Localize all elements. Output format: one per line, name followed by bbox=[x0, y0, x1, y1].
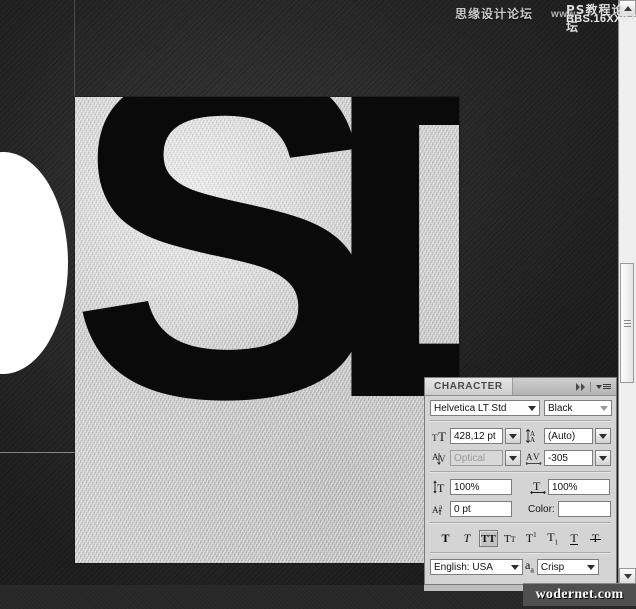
strikethrough-button[interactable]: T bbox=[586, 530, 605, 547]
character-panel-title: CHARACTER bbox=[434, 381, 503, 392]
font-size-value[interactable]: 428,12 pt bbox=[450, 428, 504, 444]
language-select[interactable]: English: USA bbox=[430, 559, 523, 575]
all-caps-button[interactable]: TT bbox=[478, 530, 498, 547]
chevron-down-icon[interactable] bbox=[511, 565, 519, 570]
svg-text:A: A bbox=[526, 452, 533, 462]
language-value[interactable]: English: USA bbox=[430, 559, 523, 575]
horizontal-scale-value[interactable]: 100% bbox=[548, 479, 610, 495]
character-panel[interactable]: CHARACTER Helvetica LT Std Black T T 428… bbox=[424, 377, 617, 585]
kerning-dropdown-button[interactable] bbox=[505, 450, 521, 466]
svg-text:A: A bbox=[530, 436, 535, 443]
document-canvas[interactable]: S D bbox=[75, 97, 459, 563]
canvas-letter-s: S bbox=[75, 97, 382, 496]
type-style-buttons: T T TT TT T1 T1 T T bbox=[430, 529, 611, 549]
baseline-shift-icon: A a bbox=[430, 500, 450, 518]
faux-bold-button[interactable]: T bbox=[436, 530, 455, 547]
color-label: Color: bbox=[528, 503, 555, 515]
kerning-tracking-row: A V Optical A V -305 bbox=[430, 449, 612, 467]
photoshop-window: S D CHARACTER bbox=[0, 0, 636, 609]
scale-row: T 100% T 100% bbox=[430, 478, 611, 496]
font-size-dropdown-button[interactable] bbox=[505, 428, 521, 444]
size-leading-row: T T 428,12 pt A A (Auto) bbox=[430, 427, 612, 445]
anti-alias-aa-icon: aa bbox=[525, 558, 534, 575]
chevron-down-icon[interactable] bbox=[600, 406, 608, 411]
leading-value[interactable]: (Auto) bbox=[543, 428, 594, 444]
chevron-down-icon bbox=[599, 433, 608, 439]
panel-header-controls[interactable] bbox=[576, 381, 616, 392]
scroll-down-arrow-icon bbox=[623, 574, 632, 579]
double-arrow-right-icon[interactable] bbox=[576, 382, 585, 391]
svg-text:V: V bbox=[533, 452, 540, 462]
small-caps-button[interactable]: TT bbox=[500, 530, 519, 547]
language-aa-row: English: USA aa Crisp bbox=[430, 559, 611, 575]
svg-text:T: T bbox=[437, 481, 445, 494]
vertical-scale-value[interactable]: 100% bbox=[450, 479, 512, 495]
tracking-dropdown-button[interactable] bbox=[595, 450, 612, 466]
chevron-down-icon[interactable] bbox=[528, 406, 536, 411]
faux-italic-button[interactable]: T bbox=[457, 530, 476, 547]
kerning-icon: A V bbox=[430, 449, 450, 467]
superscript-button[interactable]: T1 bbox=[522, 530, 541, 547]
tab-character[interactable]: CHARACTER bbox=[425, 378, 513, 395]
svg-text:T: T bbox=[438, 429, 446, 443]
svg-text:T: T bbox=[533, 480, 541, 493]
font-style-select[interactable]: Black bbox=[544, 400, 612, 416]
guide-line-horizontal bbox=[0, 452, 75, 453]
svg-text:A: A bbox=[432, 452, 439, 462]
chevron-down-icon[interactable] bbox=[586, 565, 595, 570]
chevron-down-icon bbox=[599, 455, 608, 461]
watermark-wodernet: wodernet.com bbox=[535, 587, 624, 602]
tracking-value[interactable]: -305 bbox=[543, 450, 594, 466]
panel-menu-caret bbox=[596, 384, 602, 389]
font-size-icon: T T bbox=[430, 427, 450, 445]
scroll-up-button[interactable] bbox=[619, 0, 636, 17]
text-color-swatch[interactable] bbox=[557, 501, 611, 517]
kerning-value[interactable]: Optical bbox=[450, 450, 504, 466]
bottom-watermark: wodernet.com bbox=[523, 583, 636, 606]
leading-dropdown-button[interactable] bbox=[595, 428, 612, 444]
scrollbar-thumb[interactable] bbox=[620, 263, 634, 383]
font-family-select[interactable]: Helvetica LT Std bbox=[430, 400, 540, 416]
chevron-down-icon bbox=[509, 455, 518, 461]
panel-menu-bars bbox=[603, 384, 611, 389]
font-row: Helvetica LT Std Black bbox=[430, 400, 612, 416]
divider-2 bbox=[430, 471, 611, 473]
scroll-up-arrow-icon bbox=[623, 6, 632, 11]
scrollbar-grip-icon bbox=[623, 319, 631, 327]
subscript-button[interactable]: T1 bbox=[543, 530, 562, 547]
divider-4 bbox=[430, 552, 611, 554]
panel-menu-icon[interactable] bbox=[596, 384, 611, 389]
underline-button[interactable]: T bbox=[565, 530, 584, 547]
vertical-scrollbar[interactable] bbox=[618, 0, 636, 585]
divider-3 bbox=[430, 522, 611, 524]
guide-line-vertical bbox=[74, 0, 75, 97]
tracking-icon: A V bbox=[524, 449, 544, 467]
header-divider bbox=[590, 381, 591, 392]
vertical-scale-icon: T bbox=[430, 478, 450, 496]
horizontal-scale-icon: T bbox=[528, 478, 548, 496]
chevron-down-icon bbox=[509, 433, 518, 439]
character-panel-header[interactable]: CHARACTER bbox=[425, 378, 616, 396]
character-panel-body: Helvetica LT Std Black T T 428,12 pt A A… bbox=[425, 396, 616, 575]
baseline-shift-value[interactable]: 0 pt bbox=[450, 501, 512, 517]
leading-icon: A A bbox=[524, 427, 544, 445]
baseline-color-row: A a 0 pt Color: bbox=[430, 500, 611, 518]
svg-text:A: A bbox=[432, 505, 439, 515]
font-family-value[interactable]: Helvetica LT Std bbox=[430, 400, 540, 416]
anti-aliasing-select[interactable]: Crisp bbox=[536, 559, 599, 575]
divider-1 bbox=[430, 420, 611, 422]
